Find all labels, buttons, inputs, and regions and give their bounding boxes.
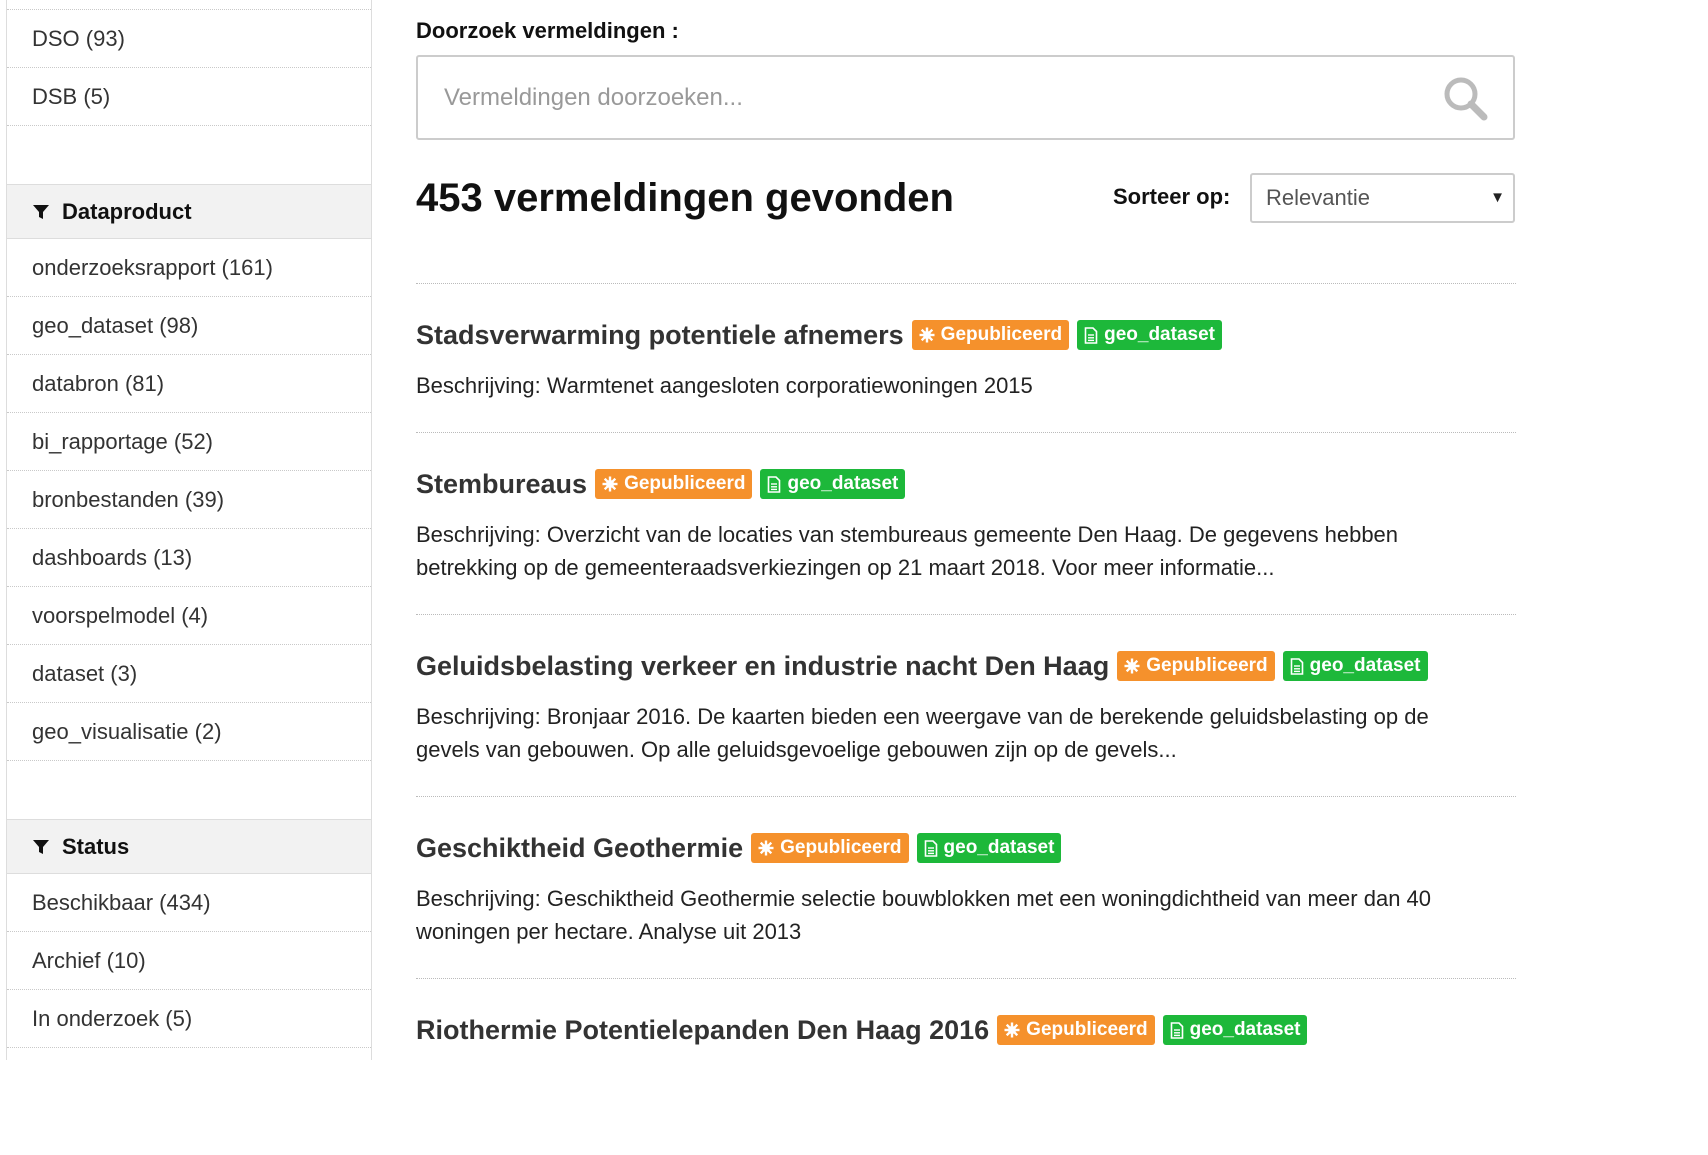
type-badge: geo_dataset	[916, 833, 1062, 863]
file-icon	[924, 839, 937, 857]
result-title-link[interactable]: Riothermie Potentielepanden Den Haag 201…	[416, 1015, 989, 1046]
facet-item-onderzoeksrapport[interactable]: onderzoeksrapport (161)	[7, 239, 371, 297]
result-title-link[interactable]: Geschiktheid Geothermie	[416, 833, 743, 864]
type-badge-label: geo_dataset	[1189, 1019, 1301, 1040]
gear-icon	[1004, 1022, 1020, 1038]
status-badge: Gepubliceerd	[997, 1015, 1155, 1045]
result-title-link[interactable]: Stembureaus	[416, 469, 587, 500]
type-badge: geo_dataset	[760, 469, 906, 499]
facet-item-bi-rapportage[interactable]: bi_rapportage (52)	[7, 413, 371, 471]
gear-icon	[1124, 658, 1140, 674]
chevron-down-icon: ▼	[1490, 189, 1505, 206]
status-badge-label: Gepubliceerd	[940, 324, 1063, 345]
result-title-row: Stembureaus Gepubliceerd geo_dataset	[416, 468, 1516, 500]
result-description: Beschrijving: Bronjaar 2016. De kaarten …	[416, 704, 1429, 762]
facet-item-dso[interactable]: DSO (93)	[7, 10, 371, 68]
status-badge: Gepubliceerd	[1117, 651, 1275, 681]
result-item: Geluidsbelasting verkeer en industrie na…	[416, 614, 1516, 796]
result-item: Stembureaus Gepubliceerd geo_dataset Bes…	[416, 432, 1516, 614]
status-badge-label: Gepubliceerd	[780, 837, 902, 858]
search-icon[interactable]	[1441, 74, 1489, 122]
facet-item-databron[interactable]: databron (81)	[7, 355, 371, 413]
result-title-link[interactable]: Geluidsbelasting verkeer en industrie na…	[416, 651, 1109, 682]
result-title-link[interactable]: Stadsverwarming potentiele afnemers	[416, 320, 904, 351]
facet-item-beschikbaar[interactable]: Beschikbaar (434)	[7, 874, 371, 932]
gear-icon	[919, 327, 935, 343]
sort-selected-value: Relevantie	[1266, 185, 1370, 210]
facet-list-top: DSO (93) DSB (5)	[7, 9, 371, 126]
result-description: Beschrijving: Geschiktheid Geothermie se…	[416, 886, 1432, 944]
search-input[interactable]	[444, 67, 1404, 128]
results-list: Stadsverwarming potentiele afnemers Gepu…	[416, 283, 1516, 1046]
search-label: Doorzoek vermeldingen :	[416, 18, 679, 43]
filter-icon	[32, 203, 50, 221]
result-count-heading: 453 vermeldingen gevonden	[416, 176, 954, 220]
facet-list-dataproduct: onderzoeksrapport (161) geo_dataset (98)…	[7, 239, 371, 761]
facet-header-label: Status	[62, 834, 130, 859]
file-icon	[1290, 657, 1303, 675]
facet-item-in-onderzoek[interactable]: In onderzoek (5)	[7, 990, 371, 1048]
result-item: Riothermie Potentielepanden Den Haag 201…	[416, 978, 1516, 1046]
facet-item-dsb[interactable]: DSB (5)	[7, 68, 371, 126]
facet-header-status[interactable]: Status	[7, 819, 371, 874]
result-description: Beschrijving: Warmtenet aangesloten corp…	[416, 373, 1033, 398]
result-item: Stadsverwarming potentiele afnemers Gepu…	[416, 283, 1516, 432]
type-badge-label: geo_dataset	[1104, 324, 1215, 345]
type-badge: geo_dataset	[1282, 651, 1428, 681]
status-badge-label: Gepubliceerd	[1146, 655, 1268, 676]
type-badge: geo_dataset	[1162, 1015, 1308, 1045]
facet-spacer	[7, 761, 371, 819]
facet-item-geo-visualisatie[interactable]: geo_visualisatie (2)	[7, 703, 371, 761]
result-title-row: Geluidsbelasting verkeer en industrie na…	[416, 650, 1516, 682]
status-badge: Gepubliceerd	[751, 833, 909, 863]
result-title-row: Riothermie Potentielepanden Den Haag 201…	[416, 1014, 1516, 1046]
type-badge-label: geo_dataset	[787, 473, 899, 494]
facet-header-label: Dataproduct	[62, 199, 192, 224]
sort-select[interactable]: Relevantie ▼	[1250, 173, 1515, 223]
type-badge-label: geo_dataset	[1309, 655, 1421, 676]
status-badge: Gepubliceerd	[595, 469, 753, 499]
facet-item-dataset[interactable]: dataset (3)	[7, 645, 371, 703]
facet-item-dashboards[interactable]: dashboards (13)	[7, 529, 371, 587]
facet-header-dataproduct[interactable]: Dataproduct	[7, 184, 371, 239]
status-badge-label: Gepubliceerd	[1026, 1019, 1148, 1040]
facet-item-voorspelmodel[interactable]: voorspelmodel (4)	[7, 587, 371, 645]
result-title-row: Stadsverwarming potentiele afnemers Gepu…	[416, 319, 1516, 351]
sort-label: Sorteer op:	[1113, 184, 1231, 209]
gear-icon	[758, 840, 774, 856]
result-title-row: Geschiktheid Geothermie Gepubliceerd geo…	[416, 832, 1516, 864]
search-box	[416, 55, 1515, 140]
filter-icon	[32, 838, 50, 856]
facet-spacer	[7, 126, 371, 184]
facet-item-geo-dataset[interactable]: geo_dataset (98)	[7, 297, 371, 355]
facet-sidebar: DSO (93) DSB (5) Dataproduct onderzoeksr…	[6, 0, 372, 1060]
facet-item-archief[interactable]: Archief (10)	[7, 932, 371, 990]
file-icon	[1170, 1021, 1183, 1039]
file-icon	[1084, 326, 1098, 344]
status-badge-label: Gepubliceerd	[624, 473, 746, 494]
file-icon	[768, 475, 781, 493]
type-badge: geo_dataset	[1077, 320, 1222, 350]
type-badge-label: geo_dataset	[943, 837, 1055, 858]
gear-icon	[602, 476, 618, 492]
result-description: Beschrijving: Overzicht van de locaties …	[416, 522, 1399, 580]
facet-list-status: Beschikbaar (434) Archief (10) In onderz…	[7, 874, 371, 1048]
facet-item-bronbestanden[interactable]: bronbestanden (39)	[7, 471, 371, 529]
status-badge: Gepubliceerd	[911, 320, 1070, 350]
result-item: Geschiktheid Geothermie Gepubliceerd geo…	[416, 796, 1516, 978]
